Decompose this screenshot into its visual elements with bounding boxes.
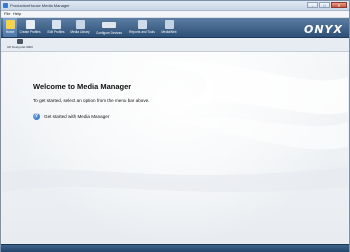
printer-item[interactable]: HP DesignJet 9000 — [4, 39, 36, 50]
close-button[interactable]: ✕ — [331, 2, 347, 8]
printer-label: HP DesignJet 9000 — [7, 45, 33, 49]
toolbar-edit-profiles-label: Edit Profiles — [47, 30, 65, 34]
window-title: ProductionHouse Media Manager — [10, 3, 70, 8]
status-bar — [1, 244, 349, 252]
reports-tools-icon — [137, 20, 147, 29]
toolbar-edit-profiles[interactable]: Edit Profiles — [45, 18, 67, 37]
toolbar-create-profiles-label: Create Profiles — [19, 30, 41, 34]
menu-bar: File Help — [1, 11, 349, 18]
title-bar: ProductionHouse Media Manager - □ ✕ — [1, 1, 349, 11]
toolbar-mediaweb-label: MediaWeb — [161, 30, 177, 34]
printer-icon — [17, 39, 23, 44]
toolbar-mediaweb[interactable]: MediaWeb — [159, 18, 179, 37]
maximize-button[interactable]: □ — [319, 2, 330, 8]
toolbar-reports-tools-label: Reports and Tools — [129, 30, 155, 34]
menu-file[interactable]: File — [4, 11, 10, 17]
help-link-text[interactable]: Get started with Media Manager — [44, 114, 109, 119]
media-library-icon — [75, 20, 85, 29]
main-toolbar: Home Create Profiles Edit Profiles Media… — [1, 18, 349, 38]
create-profiles-icon — [25, 20, 35, 29]
toolbar-media-library-label: Media Library — [70, 30, 90, 34]
window-controls: - □ ✕ — [307, 2, 347, 9]
edit-profiles-icon — [51, 20, 61, 29]
toolbar-reports-tools[interactable]: Reports and Tools — [127, 18, 157, 37]
toolbar-media-library[interactable]: Media Library — [69, 18, 91, 37]
configure-devices-icon — [102, 22, 116, 28]
welcome-title: Welcome to Media Manager — [33, 82, 132, 91]
minimize-button[interactable]: - — [307, 2, 318, 8]
toolbar-home[interactable]: Home — [3, 18, 17, 37]
help-link[interactable]: ? Get started with Media Manager — [33, 113, 109, 120]
toolbar-create-profiles[interactable]: Create Profiles — [19, 18, 41, 37]
app-icon — [3, 3, 8, 8]
printer-bar: HP DesignJet 9000 — [1, 38, 349, 52]
menu-help[interactable]: Help — [13, 11, 21, 17]
toolbar-configure-devices[interactable]: Configure Devices — [94, 18, 124, 37]
toolbar-configure-devices-label: Configure Devices — [95, 31, 123, 35]
home-icon — [5, 20, 15, 29]
intro-text: To get started, select an option from th… — [33, 98, 150, 103]
app-window: ProductionHouse Media Manager - □ ✕ File… — [0, 0, 350, 252]
toolbar-home-label: Home — [5, 30, 15, 34]
background-swirl — [2, 60, 348, 192]
media-web-icon — [164, 20, 174, 29]
onyx-logo: ONYX — [303, 23, 343, 36]
welcome-panel: Welcome to Media Manager To get started,… — [2, 52, 348, 244]
question-icon: ? — [33, 113, 40, 120]
